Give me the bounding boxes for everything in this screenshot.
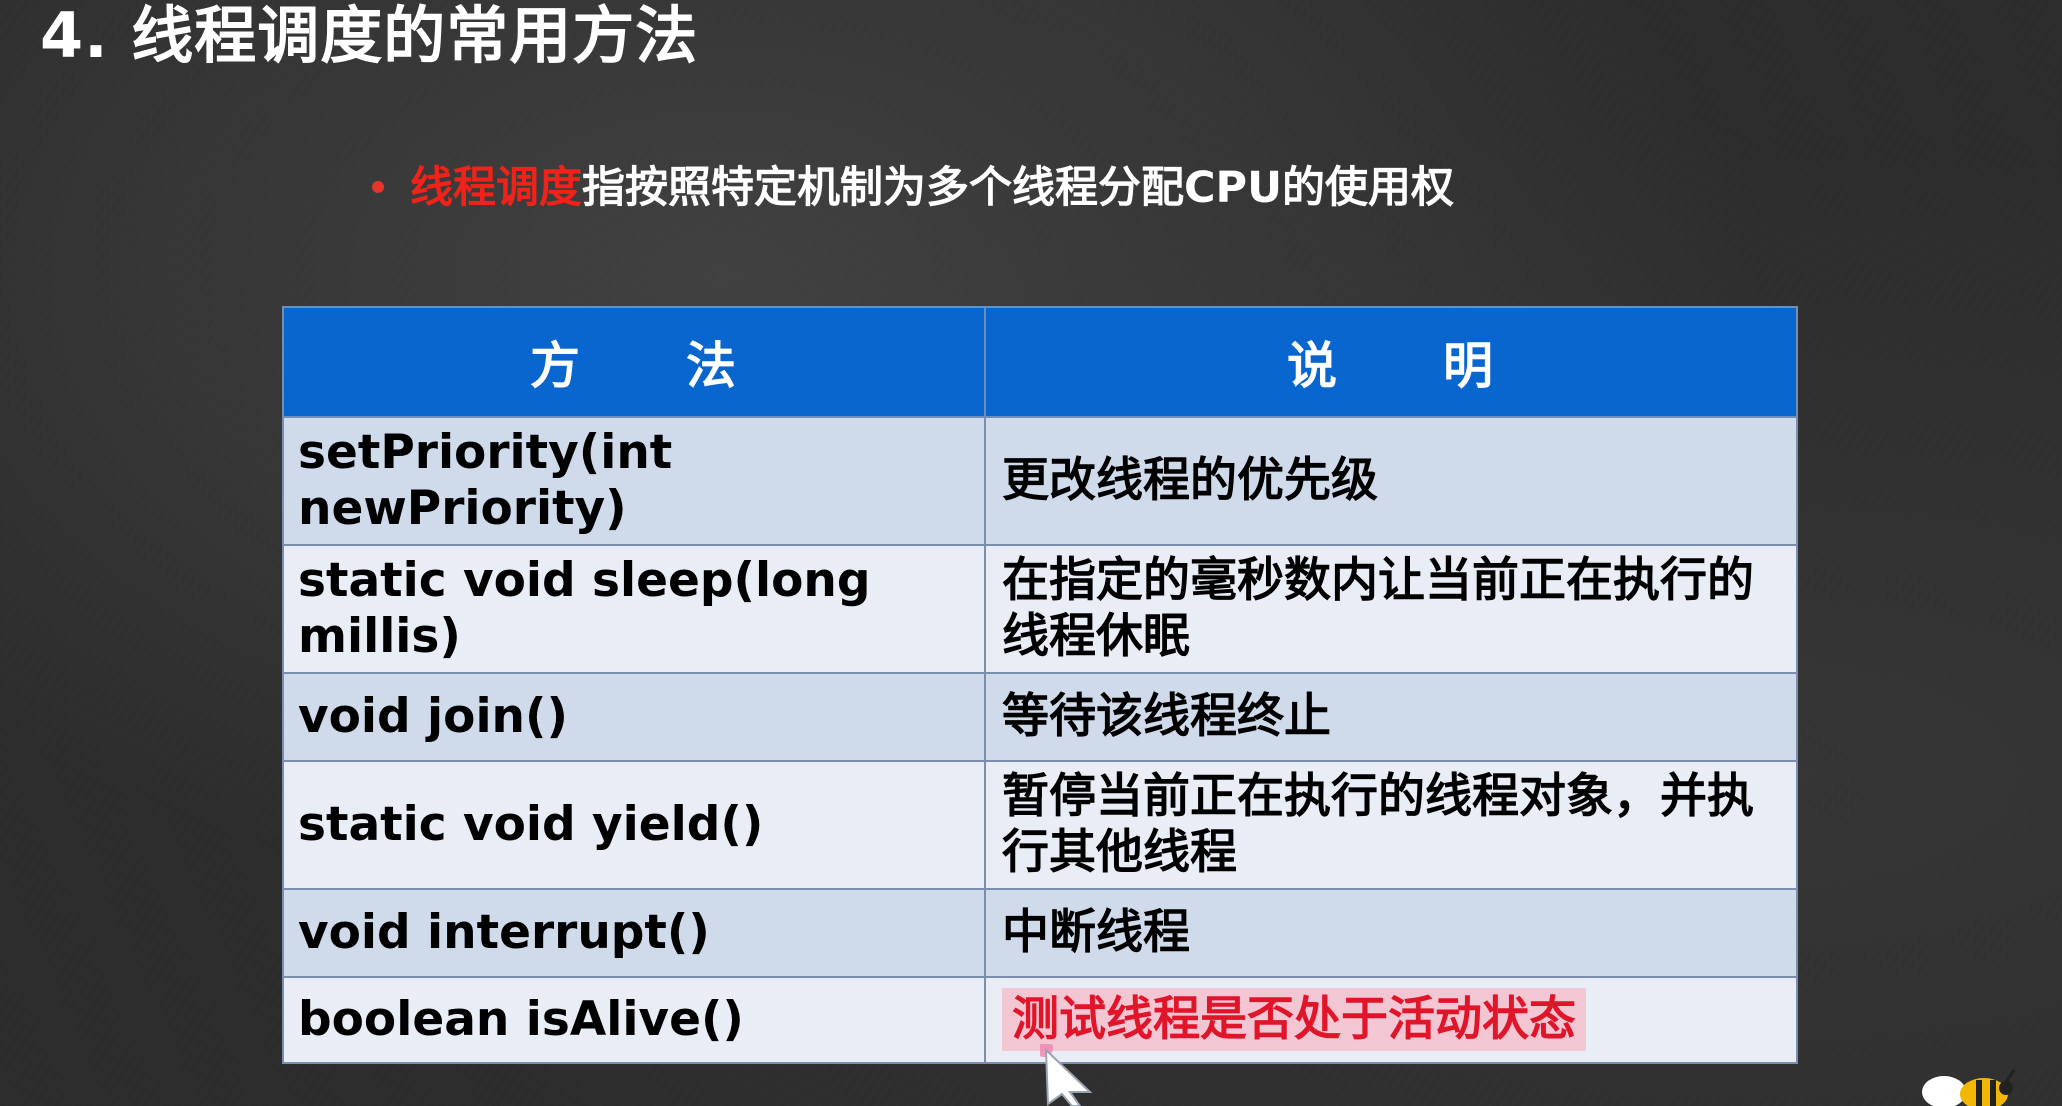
bullet-text: 指按照特定机制为多个线程分配CPU的使用权 [582,163,1454,213]
description-cell: 更改线程的优先级 [984,416,1798,546]
description-cell: 测试线程是否处于活动状态 [984,976,1798,1064]
highlighted-description: 测试线程是否处于活动状态 [1002,988,1586,1051]
method-cell: void interrupt() [282,888,986,978]
methods-table: 方 法 说 明 setPriority(int newPriority) 更改线… [282,306,1798,1064]
table-row: void join() 等待该线程终止 [282,672,1798,762]
method-cell: static void sleep(long millis) [282,544,986,674]
table-row: setPriority(int newPriority) 更改线程的优先级 [282,416,1798,546]
mouse-cursor-icon [1040,1044,1093,1106]
description-cell: 在指定的毫秒数内让当前正在执行的线程休眠 [984,544,1798,674]
slide-title: 4. 线程调度的常用方法 [40,0,699,72]
description-cell: 中断线程 [984,888,1798,978]
header-description: 说 明 [984,306,1798,418]
table-header-row: 方 法 说 明 [282,306,1798,418]
description-cell: 等待该线程终止 [984,672,1798,762]
table-row: static void sleep(long millis) 在指定的毫秒数内让… [282,544,1798,674]
bullet-dot-icon [372,180,384,193]
bullet-keyword: 线程调度 [410,163,582,213]
method-cell: setPriority(int newPriority) [282,416,986,546]
header-method: 方 法 [282,306,986,418]
description-cell: 暂停当前正在执行的线程对象，并执行其他线程 [984,760,1798,890]
bullet-definition: 线程调度指按照特定机制为多个线程分配CPU的使用权 [372,158,1454,218]
method-cell: void join() [282,672,986,762]
table-row: static void yield() 暂停当前正在执行的线程对象，并执行其他线… [282,760,1798,890]
table-row: void interrupt() 中断线程 [282,888,1798,978]
bee-mascot-icon [1922,1069,2016,1106]
method-cell: boolean isAlive() [282,976,986,1064]
method-cell: static void yield() [282,760,986,890]
